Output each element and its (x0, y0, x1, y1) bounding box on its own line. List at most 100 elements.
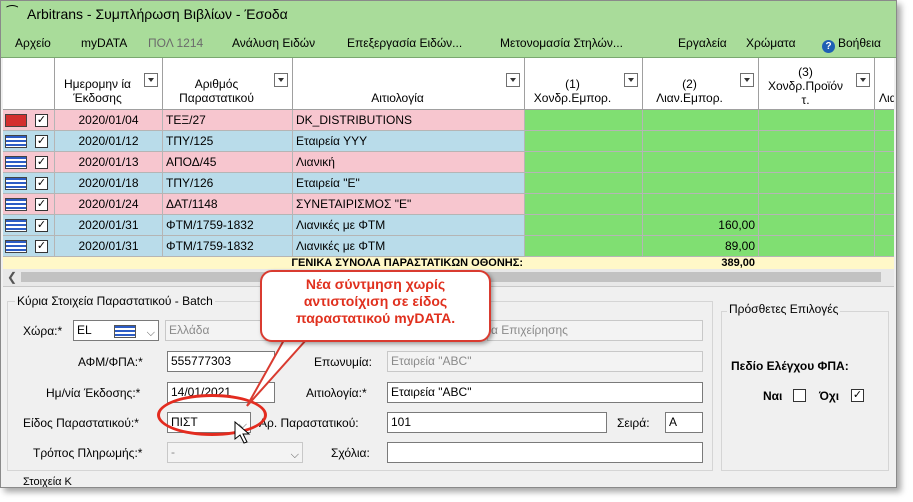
row-checkbox[interactable]: ✓ (35, 135, 48, 148)
cell-empty[interactable] (875, 152, 894, 173)
grid-header-reason[interactable]: Αιτιολογία (293, 58, 525, 110)
grid-header-col4[interactable]: Λια (875, 58, 894, 110)
cell-date[interactable]: 2020/01/18 (55, 173, 163, 194)
grid-header-col3[interactable]: (3) Χονδρ.Προϊόν τ. (759, 58, 875, 110)
cell-reason[interactable]: Λιανική (293, 152, 525, 173)
cell-date[interactable]: 2020/01/04 (55, 110, 163, 131)
row-selector[interactable]: ✓ (3, 152, 55, 173)
menu-tools[interactable]: Εργαλεία (678, 36, 727, 50)
cell-number[interactable]: ΦΤΜ/1759-1832 (163, 215, 293, 236)
cell-empty[interactable] (525, 215, 643, 236)
cell-number[interactable]: ΤΕΞ/27 (163, 110, 293, 131)
cell-empty[interactable] (875, 173, 894, 194)
business-type-field[interactable]: α Επιχείρησης (487, 320, 703, 341)
menu-item-analysis[interactable]: Ανάλυση Ειδών (232, 36, 315, 50)
name-field[interactable]: Εταιρεία "ABC" (387, 351, 703, 372)
row-selector[interactable]: ✓ (3, 173, 55, 194)
table-row[interactable]: ✓ 2020/01/04 ΤΕΞ/27 DK_DISTRIBUTIONS (3, 110, 894, 131)
grid-header-date[interactable]: Ημερομην ία Έκδοσης (55, 58, 163, 110)
country-select[interactable]: EL ⌵ (73, 320, 159, 341)
cell-empty[interactable] (759, 173, 875, 194)
cell-empty[interactable] (759, 110, 875, 131)
comments-field[interactable] (387, 442, 703, 463)
row-selector[interactable]: ✓ (3, 236, 55, 257)
cell-date[interactable]: 2020/01/13 (55, 152, 163, 173)
cell-col2[interactable] (643, 194, 759, 215)
filter-dropdown-icon[interactable] (274, 73, 288, 87)
cell-empty[interactable] (525, 131, 643, 152)
filter-dropdown-icon[interactable] (624, 73, 638, 87)
cell-col2[interactable] (643, 110, 759, 131)
grid-header-col2[interactable]: (2) Λιαν.Εμπορ. (643, 58, 759, 110)
docnum-field[interactable]: 101 (387, 412, 607, 433)
yes-checkbox[interactable] (793, 389, 806, 402)
cell-date[interactable]: 2020/01/31 (55, 215, 163, 236)
cell-col2[interactable] (643, 173, 759, 194)
menu-edit-items[interactable]: Επεξεργασία Ειδών... (347, 36, 462, 50)
cell-number[interactable]: ΦΤΜ/1759-1832 (163, 236, 293, 257)
grid-header-col1[interactable]: (1) Χονδρ.Εμπορ. (525, 58, 643, 110)
cell-empty[interactable] (759, 152, 875, 173)
cell-col2[interactable] (643, 152, 759, 173)
row-selector[interactable]: ✓ (3, 131, 55, 152)
scroll-left-icon[interactable]: ❮ (7, 270, 17, 284)
cell-number[interactable]: ΤΠΥ/125 (163, 131, 293, 152)
cell-empty[interactable] (525, 236, 643, 257)
cell-empty[interactable] (875, 236, 894, 257)
cell-reason[interactable]: Λιανικές με ΦΤΜ (293, 215, 525, 236)
row-checkbox[interactable]: ✓ (35, 177, 48, 190)
menu-pol1214[interactable]: ΠΟΛ 1214 (148, 36, 203, 50)
cell-reason[interactable]: DK_DISTRIBUTIONS (293, 110, 525, 131)
row-selector[interactable]: ✓ (3, 215, 55, 236)
table-row[interactable]: ✓ 2020/01/12 ΤΠΥ/125 Εταιρεία ΥΥΥ (3, 131, 894, 152)
cell-empty[interactable] (525, 194, 643, 215)
cell-number[interactable]: ΑΠΟΔ/45 (163, 152, 293, 173)
cell-number[interactable]: ΤΠΥ/126 (163, 173, 293, 194)
table-row[interactable]: ✓ 2020/01/31 ΦΤΜ/1759-1832 Λιανικές με ΦΤΜ 8… (3, 236, 894, 257)
cell-empty[interactable] (525, 173, 643, 194)
row-selector[interactable]: ✓ (3, 110, 55, 131)
cell-date[interactable]: 2020/01/12 (55, 131, 163, 152)
cell-col2[interactable]: 89,00 (643, 236, 759, 257)
reason-field[interactable]: Εταιρεία "ABC" (387, 382, 703, 403)
cell-number[interactable]: ΔΑΤ/1148 (163, 194, 293, 215)
row-checkbox[interactable]: ✓ (35, 198, 48, 211)
cell-date[interactable]: 2020/01/24 (55, 194, 163, 215)
table-row[interactable]: ✓ 2020/01/18 ΤΠΥ/126 Εταιρεία "Ε" (3, 173, 894, 194)
cell-col2[interactable]: 160,00 (643, 215, 759, 236)
row-checkbox[interactable]: ✓ (35, 219, 48, 232)
table-row[interactable]: ✓ 2020/01/31 ΦΤΜ/1759-1832 Λιανικές με ΦΤΜ 1… (3, 215, 894, 236)
cell-reason[interactable]: Εταιρεία ΥΥΥ (293, 131, 525, 152)
grid-header-number[interactable]: Αριθμός Παραστατικού (163, 58, 293, 110)
cell-reason[interactable]: ΣΥΝΕΤΑΙΡΙΣΜΟΣ "Ε" (293, 194, 525, 215)
payment-select[interactable]: - ⌵ (167, 442, 303, 463)
menu-colors[interactable]: Χρώματα (746, 36, 796, 50)
table-row[interactable]: ✓ 2020/01/24 ΔΑΤ/1148 ΣΥΝΕΤΑΙΡΙΣΜΟΣ "Ε" (3, 194, 894, 215)
cell-empty[interactable] (525, 110, 643, 131)
cell-reason[interactable]: Λιανικές με ΦΤΜ (293, 236, 525, 257)
cell-empty[interactable] (759, 236, 875, 257)
cell-col2[interactable] (643, 131, 759, 152)
row-selector[interactable]: ✓ (3, 194, 55, 215)
menu-rename-columns[interactable]: Μετονομασία Στηλών... (500, 36, 623, 50)
cell-empty[interactable] (759, 131, 875, 152)
row-checkbox[interactable]: ✓ (35, 114, 48, 127)
row-checkbox[interactable]: ✓ (35, 240, 48, 253)
cell-empty[interactable] (875, 131, 894, 152)
series-field[interactable]: A (665, 412, 703, 433)
no-checkbox[interactable]: ✓ (851, 389, 864, 402)
filter-dropdown-icon[interactable] (856, 73, 870, 87)
cell-empty[interactable] (875, 194, 894, 215)
vat-field[interactable]: 555777303 (167, 351, 275, 372)
cell-empty[interactable] (875, 215, 894, 236)
cell-empty[interactable] (759, 194, 875, 215)
cell-empty[interactable] (525, 152, 643, 173)
cell-empty[interactable] (875, 110, 894, 131)
menu-file[interactable]: Αρχείο (15, 36, 51, 50)
row-checkbox[interactable]: ✓ (35, 156, 48, 169)
cell-date[interactable]: 2020/01/31 (55, 236, 163, 257)
menu-help[interactable]: ? Βοήθεια (822, 36, 881, 53)
filter-dropdown-icon[interactable] (740, 73, 754, 87)
table-row[interactable]: ✓ 2020/01/13 ΑΠΟΔ/45 Λιανική (3, 152, 894, 173)
filter-dropdown-icon[interactable] (506, 73, 520, 87)
